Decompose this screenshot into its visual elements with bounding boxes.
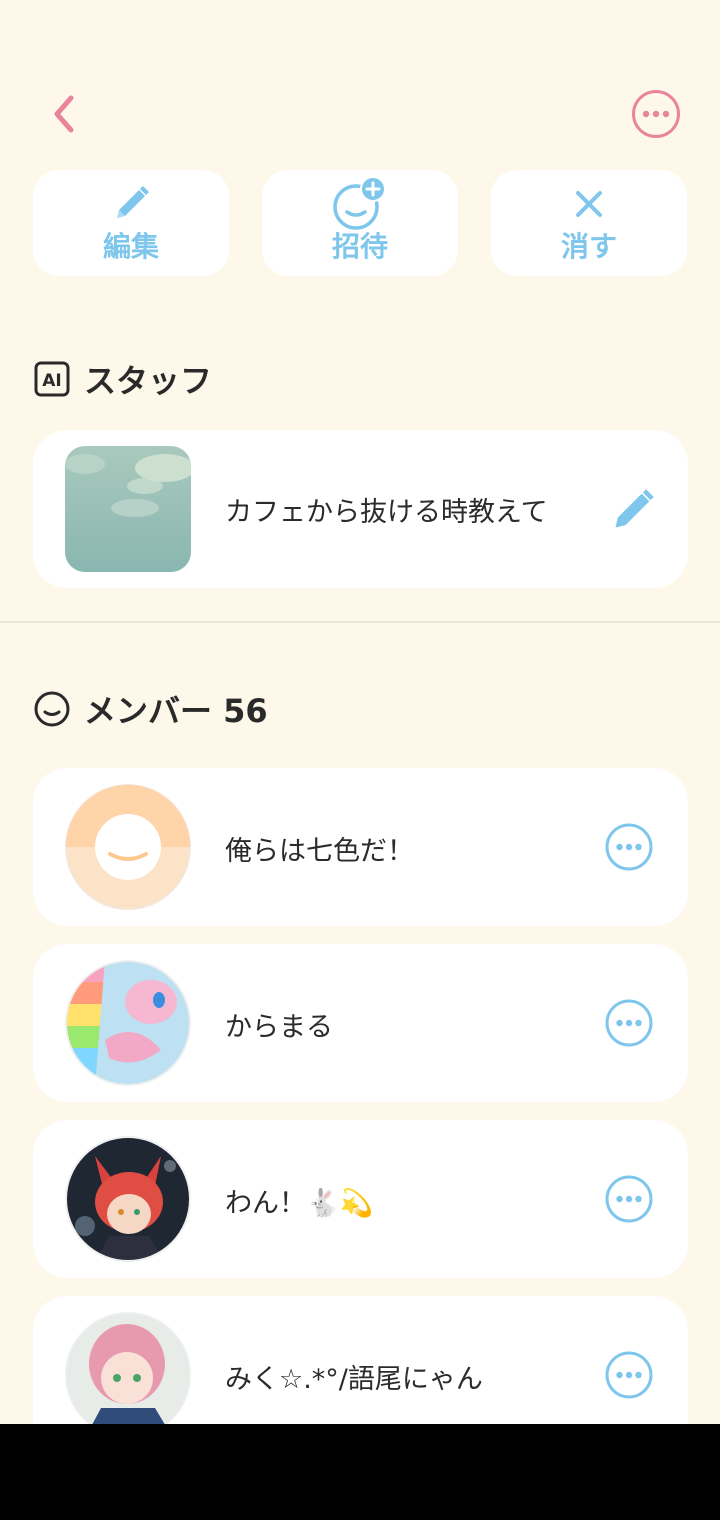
- more-horizontal-circle-icon[interactable]: [604, 822, 654, 872]
- avatar: [65, 1136, 191, 1262]
- member-name: わん！🐇💫: [225, 1188, 374, 1219]
- avatar: [65, 1312, 191, 1438]
- smiley-face-icon: [34, 691, 70, 727]
- more-horizontal-circle-icon[interactable]: [604, 1174, 654, 1224]
- header-more-button[interactable]: [626, 84, 686, 144]
- member-name: からまる: [225, 1012, 333, 1043]
- chevron-left-icon: [54, 95, 74, 133]
- ai-badge-text: AI: [42, 371, 61, 391]
- members-section-title: メンバー 56: [34, 686, 268, 732]
- invite-button-label: 招待: [331, 230, 388, 263]
- staff-section-title: AI スタッフ: [34, 356, 212, 402]
- staff-item[interactable]: カフェから抜ける時教えて: [33, 430, 688, 588]
- staff-thumbnail: [65, 446, 191, 572]
- avatar: [65, 960, 191, 1086]
- invite-button[interactable]: 招待: [262, 170, 458, 276]
- close-icon: [576, 191, 602, 217]
- delete-button[interactable]: 消す: [491, 170, 687, 276]
- avatar: [65, 784, 191, 910]
- member-name: 俺らは七色だ！: [225, 836, 414, 867]
- more-horizontal-circle-icon[interactable]: [604, 1350, 654, 1400]
- edit-button-label: 編集: [102, 230, 159, 263]
- pencil-icon[interactable]: [609, 486, 657, 534]
- add-person-icon: [333, 176, 386, 230]
- member-name: みく☆.*°/語尾にゃん: [225, 1364, 483, 1395]
- system-navigation-bar: [0, 1424, 720, 1520]
- member-item[interactable]: わん！🐇💫: [33, 1120, 688, 1278]
- more-horizontal-circle-icon[interactable]: [604, 998, 654, 1048]
- section-divider: [0, 621, 720, 623]
- staff-name: カフェから抜ける時教えて: [225, 497, 548, 528]
- ai-badge-icon: AI: [34, 361, 70, 397]
- back-button[interactable]: [34, 84, 94, 144]
- member-item[interactable]: からまる: [33, 944, 688, 1102]
- member-item[interactable]: 俺らは七色だ！: [33, 768, 688, 926]
- more-horizontal-circle-icon: [632, 90, 680, 138]
- pencil-icon: [117, 186, 149, 218]
- delete-button-label: 消す: [560, 230, 617, 263]
- members-title: メンバー 56: [84, 692, 268, 730]
- edit-button[interactable]: 編集: [33, 170, 229, 276]
- staff-title: スタッフ: [84, 362, 213, 400]
